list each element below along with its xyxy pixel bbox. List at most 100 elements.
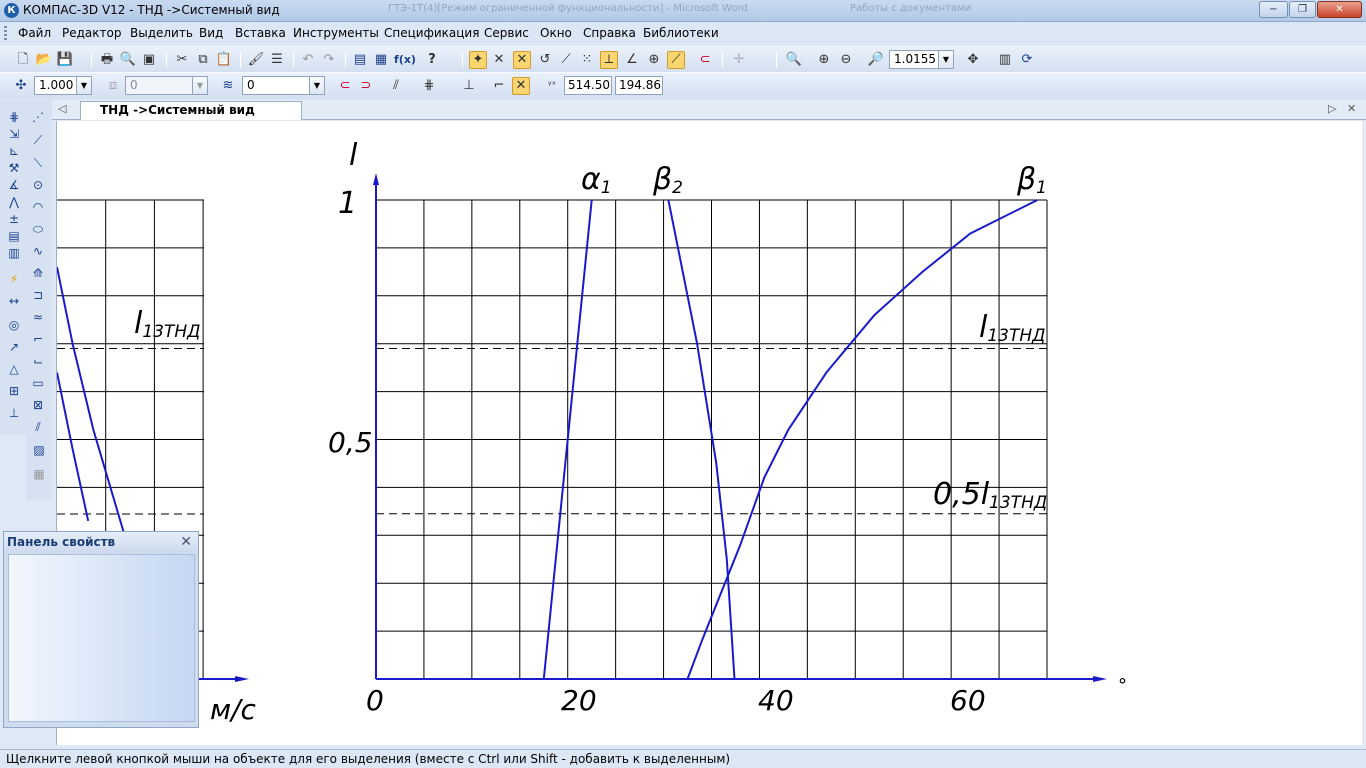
refresh-view-icon[interactable]: ▥	[996, 51, 1014, 69]
properties-panel-header[interactable]: Панель свойств ✕	[4, 532, 198, 552]
ellipse-icon[interactable]: ⬭	[29, 220, 47, 238]
magnet-icon[interactable]: ⊂	[696, 51, 714, 69]
snap-tangent-icon[interactable]: ⟋	[557, 51, 575, 69]
snap-center-icon[interactable]: ⊕	[645, 51, 663, 69]
snap-grid-icon[interactable]: ✦	[469, 51, 487, 69]
variables-icon[interactable]: ▦	[372, 51, 390, 69]
orthogonal-mode-icon[interactable]: ⌐	[490, 77, 508, 95]
preview-icon[interactable]: ▣	[140, 51, 158, 69]
drawing-canvas[interactable]: l13ТНД 0,5l13ТНД 0 20 40 60 0,5 1 l ° α1 β2 β1 l13ТНД…	[56, 121, 1362, 745]
local-cs-icon[interactable]: ✛	[730, 51, 748, 69]
chevron-down-icon[interactable]: ▼	[309, 77, 324, 94]
select-tab-icon[interactable]: ±	[5, 210, 23, 228]
dimension-icon[interactable]: ↔	[5, 292, 23, 310]
save-icon[interactable]: 💾	[56, 51, 74, 69]
chevron-down-icon[interactable]: ▼	[938, 51, 953, 68]
menu-service[interactable]: Сервис	[484, 26, 529, 40]
chevron-down-icon[interactable]: ▼	[192, 77, 207, 94]
menu-window[interactable]: Окно	[540, 26, 572, 40]
print-icon[interactable]: 🖶	[98, 51, 116, 69]
coordinate-system-icon[interactable]: ⊥	[460, 77, 478, 95]
fx-icon[interactable]: f(x)	[394, 51, 416, 69]
minimize-button[interactable]: −	[1259, 1, 1288, 18]
circle-icon[interactable]: ⊙	[29, 176, 47, 194]
spec-tab-icon[interactable]: ▤	[5, 227, 23, 245]
grid-array-icon[interactable]: ▦	[30, 465, 48, 483]
layer-combo[interactable]: 0 ▼	[242, 76, 325, 95]
cursor-x-field[interactable]: 514.503	[564, 76, 612, 95]
snap-nearest-icon[interactable]: ✕	[490, 51, 508, 69]
ortho-icon[interactable]: ⫽	[387, 77, 405, 95]
rectangle-icon[interactable]: ▭	[29, 374, 47, 392]
edit-tab-icon[interactable]: ⚒	[5, 159, 23, 177]
grid-icon[interactable]: ⋕	[420, 77, 438, 95]
view-icon[interactable]: ⊞	[5, 382, 23, 400]
bezier-icon[interactable]: ≈	[29, 308, 47, 326]
angle-step-icon[interactable]: ⧈	[104, 77, 122, 95]
snap-global-icon[interactable]: ⊂	[336, 77, 354, 95]
menu-specification[interactable]: Спецификация	[384, 26, 479, 40]
snap-point-icon[interactable]: ⁙	[578, 51, 596, 69]
chamfer-icon[interactable]: ⌙	[29, 352, 47, 370]
copy-icon[interactable]: ⧉	[194, 51, 212, 69]
tab-tnd-system-view[interactable]: ТНД ->Системный вид	[80, 101, 302, 120]
close-button[interactable]: ✕	[1317, 1, 1362, 18]
zoom-out-icon[interactable]: ⊖	[837, 51, 855, 69]
maximize-button[interactable]: ❐	[1289, 1, 1316, 18]
kompas-app-icon[interactable]: К	[4, 3, 19, 18]
contour-icon[interactable]: ⊐	[29, 286, 47, 304]
round-coordinates-icon[interactable]: ✕	[512, 77, 530, 95]
angle-dimension-icon[interactable]: ◎	[5, 316, 23, 334]
cursor-y-field[interactable]: 194.863	[615, 76, 663, 95]
cut-icon[interactable]: ✂	[173, 51, 191, 69]
print-preview-icon[interactable]: 🔍	[119, 51, 137, 69]
snap-angle-icon[interactable]: ∠	[623, 51, 641, 69]
open-folder-icon[interactable]: 📂	[35, 51, 53, 69]
snap-arc-icon[interactable]: ↺	[536, 51, 554, 69]
zoom-scale-icon[interactable]: 🔎	[867, 51, 885, 69]
help-pointer-icon[interactable]: ?	[423, 51, 441, 69]
zoom-in-icon[interactable]: ⊕	[815, 51, 833, 69]
menu-insert[interactable]: Вставка	[235, 26, 286, 40]
menu-help[interactable]: Справка	[583, 26, 636, 40]
point-icon[interactable]: ⋰	[29, 108, 47, 126]
menu-select[interactable]: Выделить	[130, 26, 193, 40]
fill-icon[interactable]: ▨	[30, 441, 48, 459]
snap-local-icon[interactable]: ⊃	[357, 77, 375, 95]
undo-icon[interactable]: ↶	[299, 51, 317, 69]
tab-scroll-right-icon[interactable]: ▷	[1328, 102, 1336, 115]
menu-grip[interactable]	[4, 26, 7, 40]
step-combo[interactable]: 1.000 ▼	[34, 76, 92, 95]
snap-middle-icon[interactable]: ⟋	[667, 51, 685, 69]
layer-icon[interactable]: ≋	[219, 77, 237, 95]
tab-close-icon[interactable]: ✕	[1347, 102, 1356, 115]
reports-tab-icon[interactable]: ▥	[5, 244, 23, 262]
chevron-down-icon[interactable]: ▼	[76, 77, 91, 94]
redraw-icon[interactable]: ⟳	[1018, 51, 1036, 69]
macro-tab-icon[interactable]: ⚡	[5, 270, 23, 288]
close-icon[interactable]: ✕	[180, 532, 192, 552]
hatch-icon[interactable]: ⊠	[29, 396, 47, 414]
fillet-icon[interactable]: ⌐	[29, 330, 47, 348]
angle-combo[interactable]: 0 ▼	[125, 76, 208, 95]
leader-icon[interactable]: ↗	[5, 338, 23, 356]
menu-libraries[interactable]: Библиотеки	[643, 26, 719, 40]
menu-editor[interactable]: Редактор	[62, 26, 121, 40]
ground-icon[interactable]: ⊥	[5, 404, 23, 422]
spline-icon[interactable]: ∿	[29, 242, 47, 260]
properties-icon[interactable]: ☰	[268, 51, 286, 69]
pan-icon[interactable]: ✥	[964, 51, 982, 69]
geometry-tab-icon[interactable]: ⋕	[5, 108, 23, 126]
measure-tab-icon[interactable]: ⋀	[5, 193, 23, 211]
menu-tools[interactable]: Инструменты	[293, 26, 379, 40]
redo-icon[interactable]: ↷	[320, 51, 338, 69]
format-brush-icon[interactable]: 🖌	[247, 51, 265, 69]
snap-intersection-icon[interactable]: ✕	[513, 51, 531, 69]
step-icon[interactable]: ✣	[12, 77, 30, 95]
tab-scroll-left-icon[interactable]: ◁	[58, 102, 66, 115]
segment-icon[interactable]: ⟍	[29, 154, 47, 172]
equidistant-icon[interactable]: ⫽	[29, 418, 47, 436]
rough-icon[interactable]: △	[5, 360, 23, 378]
arc-icon[interactable]: ◠	[29, 198, 47, 216]
aux-line-icon[interactable]: ⟋	[29, 131, 47, 149]
